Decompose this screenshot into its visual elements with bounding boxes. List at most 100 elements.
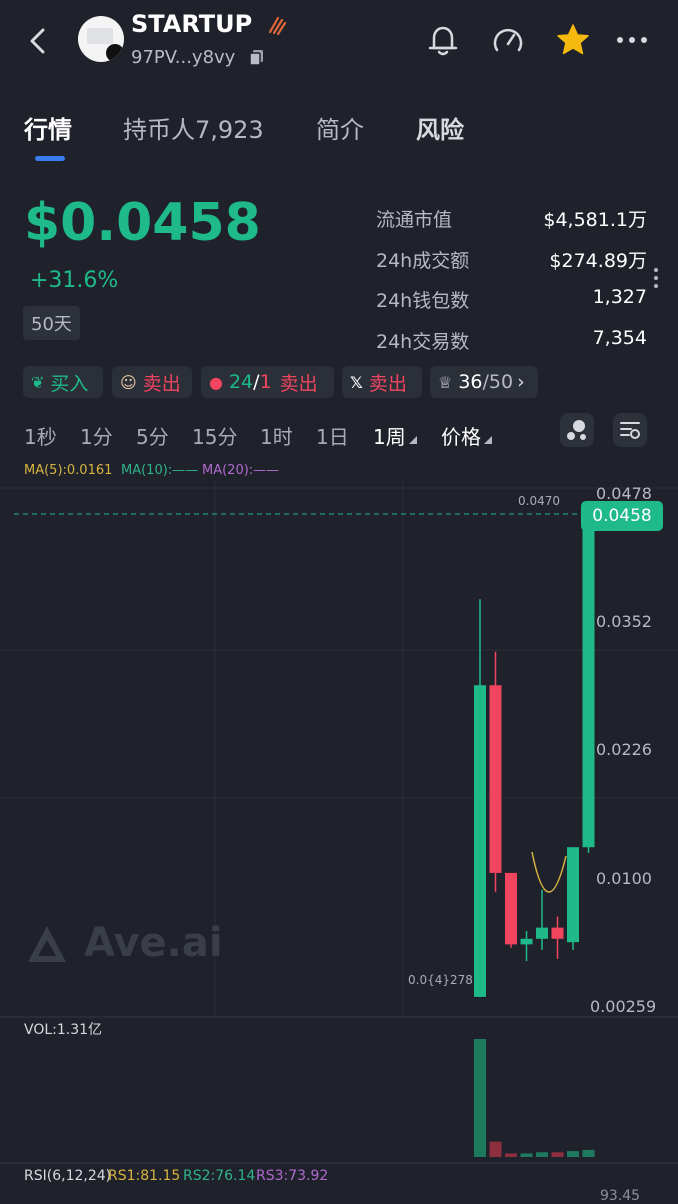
timeframe-1d[interactable]: 1日	[316, 421, 349, 450]
price-change: +31.6%	[30, 268, 119, 293]
candle-body	[567, 847, 579, 943]
token-address: 97PV...y8vy	[131, 47, 236, 68]
ave-logo-icon	[28, 926, 66, 962]
score-max: /50	[482, 371, 514, 393]
volume-label: VOL:1.31亿	[24, 1022, 103, 1038]
y-axis-label: 0.0352	[596, 612, 652, 631]
buy-label: 买入	[50, 372, 89, 395]
chart-grid	[0, 480, 678, 1164]
volume-bar	[551, 1152, 564, 1157]
stat-label: 24h钱包数	[376, 290, 470, 312]
tab-market[interactable]: 行情	[24, 110, 72, 145]
candle-body	[551, 927, 564, 939]
whale-sell-button[interactable]: ● 24/1 卖出	[201, 366, 334, 398]
watermark-text: Ave.ai	[83, 920, 223, 966]
ma20-label: MA(20):——	[202, 463, 280, 478]
timeframe-15m[interactable]: 15分	[192, 421, 237, 450]
ma10-label: MA(10):——	[121, 463, 199, 478]
timeframe-5m[interactable]: 5分	[136, 421, 169, 450]
rsi-axis-label: 93.45	[600, 1188, 641, 1204]
ma5-line	[531, 851, 567, 893]
candles-group	[474, 500, 595, 997]
leaf-icon: ❦	[31, 372, 45, 392]
volume-bars-group	[474, 1039, 595, 1157]
shapes-icon	[567, 420, 586, 440]
y-axis-label: 0.0226	[596, 740, 652, 759]
stat-value: $4,581.1万	[543, 209, 647, 231]
back-icon[interactable]	[24, 26, 54, 56]
timeframe-1h[interactable]: 1时	[260, 421, 293, 450]
rs2-label: RS2:76.14	[183, 1168, 256, 1184]
ma5-label: MA(5):0.0161	[24, 463, 113, 478]
low-price-label: 0.0{4}278	[408, 973, 473, 987]
timeframe-1m[interactable]: 1分	[80, 421, 113, 450]
flame-icon	[268, 16, 287, 36]
x-logo-icon: 𝕏	[350, 372, 363, 392]
stat-label: 流通市值	[376, 209, 453, 231]
candlestick-chart[interactable]	[0, 480, 678, 1200]
y-axis-label: 0.0100	[596, 869, 652, 888]
x-sell-button[interactable]: 𝕏 卖出	[342, 366, 422, 398]
price-mode-select[interactable]: 价格	[441, 421, 492, 450]
ratio-sell: 1	[259, 371, 272, 393]
bell-icon[interactable]	[425, 22, 461, 58]
money-bag-icon: ●	[209, 372, 223, 392]
stat-value: $274.89万	[549, 250, 647, 272]
price-mode-label: 价格	[441, 425, 481, 449]
candle-body	[489, 685, 502, 873]
whale-sell-label: 卖出	[279, 372, 318, 395]
x-sell-label: 卖出	[368, 372, 407, 395]
star-icon[interactable]	[555, 22, 591, 58]
candle-body	[505, 872, 517, 945]
stat-value: 1,327	[592, 286, 647, 308]
score-value: 36	[458, 371, 483, 393]
volume-bar	[520, 1153, 533, 1157]
high-price-label: 0.0470	[518, 494, 560, 508]
rs1-label: RS1:81.15	[108, 1168, 181, 1184]
active-tab-indicator	[35, 156, 65, 161]
watermark-logo: Ave.ai	[24, 920, 223, 968]
volume-bar	[505, 1153, 517, 1157]
crown-icon: ♕	[438, 372, 453, 392]
buy-button[interactable]: ❦ 买入	[23, 366, 103, 398]
age-badge: 50天	[23, 306, 80, 340]
volume-bar	[567, 1151, 579, 1157]
volume-bar	[536, 1152, 548, 1157]
candle-body	[520, 938, 533, 945]
tab-risk[interactable]: 风险	[416, 110, 464, 145]
y-axis-label: 0.00259	[590, 997, 657, 1016]
stats-more-icon[interactable]	[652, 266, 660, 290]
current-price-tag: 0.0458	[581, 501, 663, 531]
solana-chain-icon	[106, 44, 124, 62]
dev-sell-label: 卖出	[142, 372, 181, 395]
ratio-buy: 24	[228, 371, 254, 393]
timeframe-1w[interactable]: 1周	[373, 421, 417, 450]
candle-body	[582, 514, 595, 848]
gauge-icon[interactable]	[490, 22, 526, 58]
dropdown-triangle-icon	[408, 436, 417, 444]
volume-bar	[489, 1141, 502, 1157]
tab-intro[interactable]: 简介	[316, 110, 364, 145]
more-icon[interactable]	[614, 22, 650, 58]
volume-bar	[582, 1149, 595, 1157]
settings-icon	[620, 422, 640, 439]
chevron-right-icon: ›	[517, 371, 525, 393]
timeframe-1s[interactable]: 1秒	[24, 421, 57, 450]
score-button[interactable]: ♕ 36/50 ›	[430, 366, 538, 398]
token-avatar[interactable]	[78, 16, 124, 62]
tab-holders[interactable]: 持币人7,923	[123, 110, 264, 145]
chef-icon: ☺	[120, 372, 137, 392]
drawing-tool-button[interactable]	[560, 413, 594, 447]
rs3-label: RS3:73.92	[256, 1168, 329, 1184]
dropdown-triangle-icon	[484, 436, 492, 444]
current-price: $0.0458	[24, 193, 261, 253]
volume-bar	[474, 1039, 486, 1157]
copy-icon[interactable]	[248, 48, 266, 66]
stat-label: 24h交易数	[376, 331, 470, 353]
candle-body	[474, 685, 486, 997]
chart-settings-button[interactable]	[613, 413, 647, 447]
stat-label: 24h成交额	[376, 250, 470, 272]
candle-body	[536, 927, 548, 939]
dev-sell-button[interactable]: ☺ 卖出	[112, 366, 192, 398]
timeframe-1w-label: 1周	[373, 425, 406, 449]
